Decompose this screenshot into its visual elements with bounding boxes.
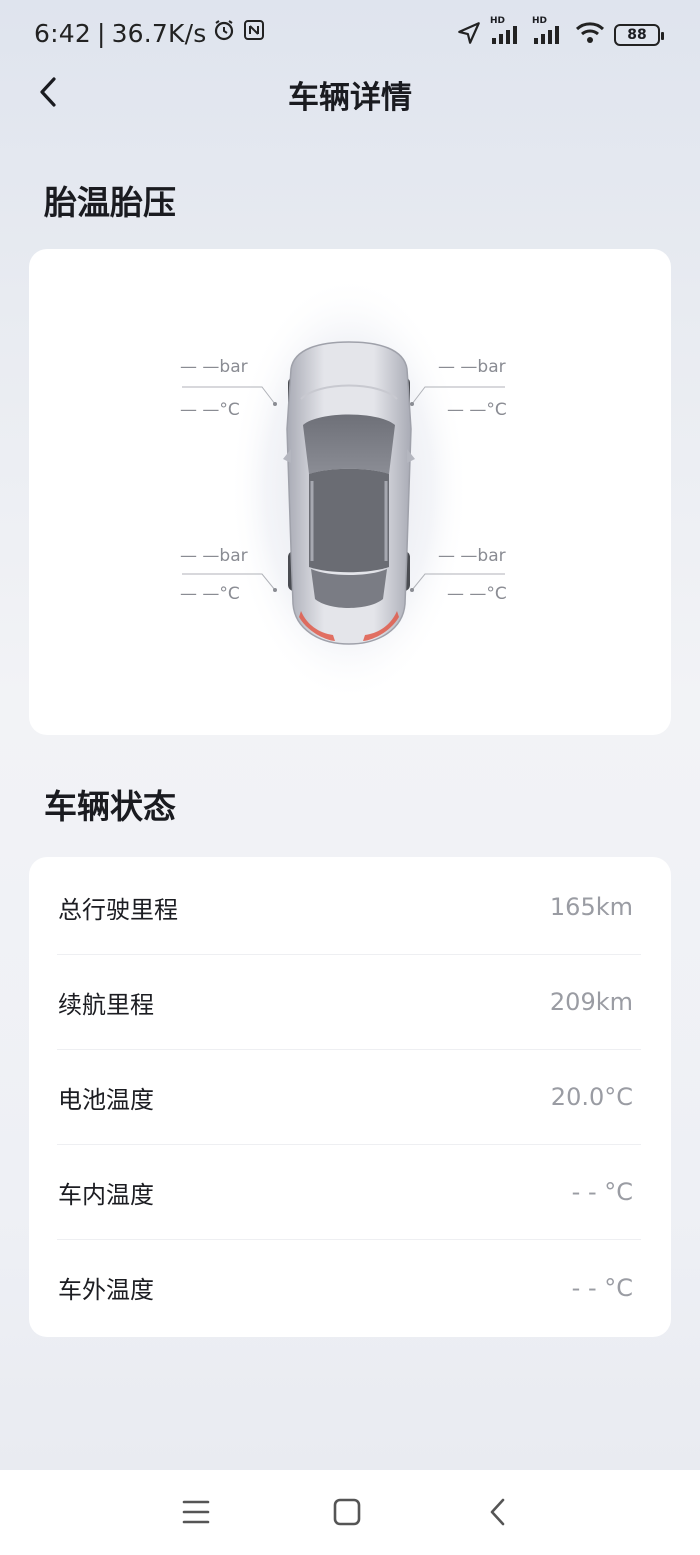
row-value: 209km — [549, 988, 633, 1016]
status-row-outside-temp: 车外温度 - - °C — [57, 1240, 641, 1335]
vehicle-status-card: 总行驶里程 165km 续航里程 209km 电池温度 20.0°C 车内温度 … — [29, 857, 671, 1337]
alarm-icon — [212, 18, 236, 48]
recent-apps-button[interactable] — [172, 1490, 220, 1534]
status-bar-right: HD HD 88 — [456, 16, 664, 50]
status-net-speed: 36.7K/s — [111, 18, 207, 48]
menu-icon — [182, 1500, 210, 1524]
status-row-total-mileage: 总行驶里程 165km — [57, 860, 641, 955]
signal-hd-badge: HD — [490, 16, 506, 26]
nfc-icon — [242, 18, 266, 48]
tire-card: — —bar — —°C — —bar — —°C — —bar — —°C —… — [29, 249, 671, 735]
rear-left-pressure: — —bar — [180, 546, 248, 566]
row-label: 总行驶里程 — [58, 895, 178, 924]
status-row-cabin-temp: 车内温度 - - °C — [57, 1145, 641, 1240]
rear-right-temperature: — —°C — [447, 584, 507, 604]
row-label: 车外温度 — [58, 1276, 154, 1304]
page-title: 车辆详情 — [288, 80, 412, 116]
row-label: 续航里程 — [58, 990, 154, 1019]
system-navigation-bar — [0, 1470, 700, 1555]
front-left-pressure: — —bar — [180, 357, 248, 377]
signal-icon: HD — [490, 16, 524, 50]
home-square-icon — [333, 1498, 361, 1526]
battery-icon: 88 — [614, 24, 664, 46]
row-value: - - °C — [571, 1273, 633, 1302]
wifi-icon — [574, 20, 606, 50]
status-row-battery-temp: 电池温度 20.0°C — [57, 1050, 641, 1145]
rear-left-temperature: — —°C — [180, 584, 240, 604]
front-left-temperature: — —°C — [180, 400, 240, 420]
status-bar: 6:42 | 36.7K/s HD HD 88 — [0, 0, 700, 68]
signal-hd-badge-2: HD — [532, 16, 548, 26]
row-value: 20.0°C — [550, 1083, 633, 1111]
row-value: - - °C — [571, 1178, 633, 1206]
status-row-range: 续航里程 209km — [57, 955, 641, 1050]
row-label: 电池温度 — [58, 1085, 154, 1114]
row-label: 车内温度 — [58, 1180, 154, 1209]
car-top-view-illustration — [182, 274, 505, 704]
status-time: 6:42 — [34, 18, 91, 48]
location-arrow-icon — [456, 20, 482, 50]
tire-section-title: 胎温胎压 — [44, 183, 176, 222]
header: 车辆详情 — [0, 60, 700, 124]
back-icon — [490, 1498, 505, 1526]
home-button[interactable] — [323, 1490, 371, 1534]
front-right-pressure: — —bar — [438, 357, 506, 377]
vehicle-status-title: 车辆状态 — [44, 787, 176, 826]
front-right-temperature: — —°C — [447, 400, 507, 420]
row-value: 165km — [549, 893, 633, 921]
status-bar-left: 6:42 | 36.7K/s — [34, 18, 266, 48]
rear-right-pressure: — —bar — [438, 546, 506, 566]
signal-icon-2: HD — [532, 16, 566, 50]
status-separator: | — [96, 18, 106, 48]
system-back-button[interactable] — [474, 1490, 522, 1534]
